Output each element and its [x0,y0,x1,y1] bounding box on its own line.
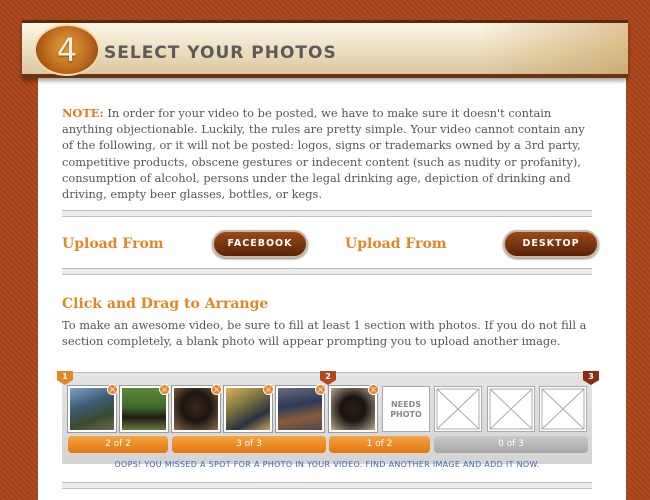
arrange-description: To make an awesome video, be sure to fil… [62,318,587,349]
desktop-upload-button[interactable]: DESKTOP [503,230,599,258]
empty-slot-icon [436,388,480,430]
step-number-badge: 4 [34,24,100,76]
note-label: NOTE: [62,106,104,120]
divider [62,268,592,275]
section-count-bar: 0 of 3 [434,436,588,453]
divider [62,210,592,217]
empty-slot-icon [541,388,585,430]
note-text: In order for your video to be posted, we… [62,106,585,202]
remove-photo-icon[interactable]: × [211,384,222,395]
photo-thumbnail[interactable]: × [224,384,274,432]
photo-thumbnail[interactable]: × [276,384,326,432]
photo-thumbnail[interactable]: × [68,384,118,432]
empty-photo-slot[interactable] [487,386,535,432]
rules-note: NOTE: In order for your video to be post… [62,105,592,202]
arrange-title: Click and Drag to Arrange [62,296,269,312]
empty-photo-slot[interactable] [539,386,587,432]
remove-photo-icon[interactable]: × [107,384,118,395]
divider [62,482,592,489]
photo-thumbnail[interactable]: × [120,384,170,432]
photo-thumbnail[interactable]: × [329,384,379,432]
missing-photo-message: OOPS! YOU MISSED A SPOT FOR A PHOTO IN Y… [114,460,540,469]
facebook-upload-button[interactable]: FACEBOOK [212,230,308,258]
page-title: SELECT YOUR PHOTOS [104,43,337,63]
remove-photo-icon[interactable]: × [315,384,326,395]
remove-photo-icon[interactable]: × [263,384,274,395]
step-header: 4 SELECT YOUR PHOTOS [22,20,628,78]
remove-photo-icon[interactable]: × [159,384,170,395]
section-count-bar: 2 of 2 [68,436,168,453]
remove-photo-icon[interactable]: × [368,384,379,395]
needs-photo-placeholder[interactable]: NEEDS PHOTO [382,386,430,432]
photo-thumbnail[interactable]: × [172,384,222,432]
empty-photo-slot[interactable] [434,386,482,432]
section-count-bar: 3 of 3 [172,436,326,453]
header-decoration [478,23,628,74]
section-count-bar: 1 of 2 [329,436,430,453]
empty-slot-icon [489,388,533,430]
upload-from-label: Upload From [345,236,447,252]
upload-from-label: Upload From [62,236,164,252]
